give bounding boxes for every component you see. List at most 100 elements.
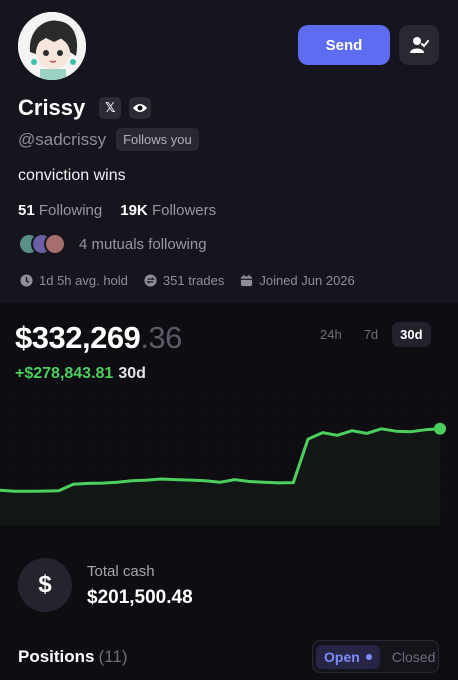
avg-hold-text: 1d 5h avg. hold	[39, 273, 128, 288]
profile-avatar[interactable]	[18, 12, 86, 80]
grid-dot	[191, 454, 193, 456]
balance-main: $332,269	[15, 320, 141, 355]
grid-dot	[149, 426, 151, 428]
name-row: Crissy 𝕏	[18, 95, 152, 121]
x-social-icon[interactable]: 𝕏	[99, 97, 122, 119]
grid-dot	[219, 412, 221, 414]
handle-row: @sadcrissy Follows you	[18, 128, 199, 151]
following-label: Following	[38, 202, 103, 219]
profile-bio: conviction wins	[18, 167, 126, 184]
grid-dot	[247, 412, 249, 414]
grid-dot	[79, 412, 81, 414]
grid-dot	[443, 440, 445, 442]
joined-text: Joined Jun 2026	[259, 273, 355, 288]
grid-dot	[205, 454, 207, 456]
grid-dot	[401, 398, 403, 400]
followers-count: 19K	[120, 202, 148, 219]
range-24h[interactable]: 24h	[312, 322, 350, 347]
grid-dot	[65, 482, 67, 484]
grid-dot	[429, 398, 431, 400]
grid-dot	[177, 468, 179, 470]
grid-dot	[9, 482, 11, 484]
grid-dot	[107, 412, 109, 414]
grid-dot	[387, 398, 389, 400]
grid-dot	[9, 454, 11, 456]
grid-dot	[219, 468, 221, 470]
grid-dot	[107, 426, 109, 428]
grid-dot	[23, 468, 25, 470]
grid-dot	[121, 440, 123, 442]
grid-dot	[205, 468, 207, 470]
grid-dot	[177, 440, 179, 442]
grid-dot	[261, 454, 263, 456]
positions-heading: Positions (11)	[18, 647, 128, 667]
change-value: +$278,843.81	[15, 365, 114, 382]
grid-dot	[135, 412, 137, 414]
follows-you-badge: Follows you	[116, 128, 199, 151]
cash-label: Total cash	[87, 563, 155, 580]
user-check-icon	[410, 37, 429, 53]
grid-dot	[275, 398, 277, 400]
grid-dot	[9, 440, 11, 442]
grid-dot	[233, 398, 235, 400]
eye-social-icon[interactable]	[129, 97, 152, 119]
grid-dot	[79, 454, 81, 456]
grid-dot	[93, 412, 95, 414]
grid-dot	[37, 440, 39, 442]
grid-dot	[93, 454, 95, 456]
grid-dot	[149, 468, 151, 470]
eye-icon	[133, 104, 148, 112]
grid-dot	[233, 440, 235, 442]
change-period: 30d	[118, 365, 146, 382]
grid-dot	[51, 482, 53, 484]
range-30d[interactable]: 30d	[392, 322, 431, 347]
positions-count: (11)	[98, 647, 128, 666]
grid-dot	[163, 440, 165, 442]
mutual-avatar	[44, 233, 66, 255]
latest-point-marker[interactable]	[434, 422, 446, 435]
grid-dot	[37, 468, 39, 470]
grid-dot	[289, 426, 291, 428]
grid-dot	[177, 454, 179, 456]
grid-dot	[135, 468, 137, 470]
profile-meta: 1d 5h avg. hold 351 trades Joined Jun 20…	[20, 273, 371, 288]
grid-dot	[373, 426, 375, 428]
grid-dot	[429, 412, 431, 414]
grid-dot	[135, 426, 137, 428]
mutual-avatars	[18, 233, 66, 255]
grid-dot	[275, 454, 277, 456]
grid-dot	[65, 454, 67, 456]
grid-dot	[303, 412, 305, 414]
grid-dot	[233, 426, 235, 428]
grid-dot	[317, 412, 319, 414]
grid-dot	[233, 468, 235, 470]
toggle-closed[interactable]: Closed	[384, 645, 444, 669]
balance-cents: .36	[140, 320, 182, 355]
grid-dot	[415, 398, 417, 400]
grid-dot	[289, 398, 291, 400]
grid-dot	[289, 412, 291, 414]
toggle-open[interactable]: Open	[316, 644, 380, 669]
grid-dot	[121, 398, 123, 400]
grid-dot	[191, 468, 193, 470]
grid-dot	[443, 510, 445, 512]
range-7d[interactable]: 7d	[356, 322, 386, 347]
trades-text: 351 trades	[162, 273, 225, 288]
grid-dot	[345, 412, 347, 414]
grid-dot	[79, 398, 81, 400]
mutuals-row[interactable]: 4 mutuals following	[18, 233, 207, 255]
portfolio-change: +$278,843.81 30d	[15, 365, 146, 383]
profile-name: Crissy	[18, 95, 86, 120]
portfolio-balance: $332,269.36	[15, 320, 182, 356]
avg-hold-stat: 1d 5h avg. hold	[20, 273, 128, 288]
following-stat[interactable]: 51 Following	[18, 202, 102, 219]
follow-user-button[interactable]	[399, 25, 439, 65]
grid-dot	[37, 398, 39, 400]
grid-dot	[331, 412, 333, 414]
grid-dot	[23, 482, 25, 484]
send-button[interactable]: Send	[298, 25, 390, 65]
trades-stat: 351 trades	[144, 273, 224, 288]
grid-dot	[205, 412, 207, 414]
grid-dot	[65, 412, 67, 414]
followers-stat[interactable]: 19K Followers	[120, 202, 216, 219]
